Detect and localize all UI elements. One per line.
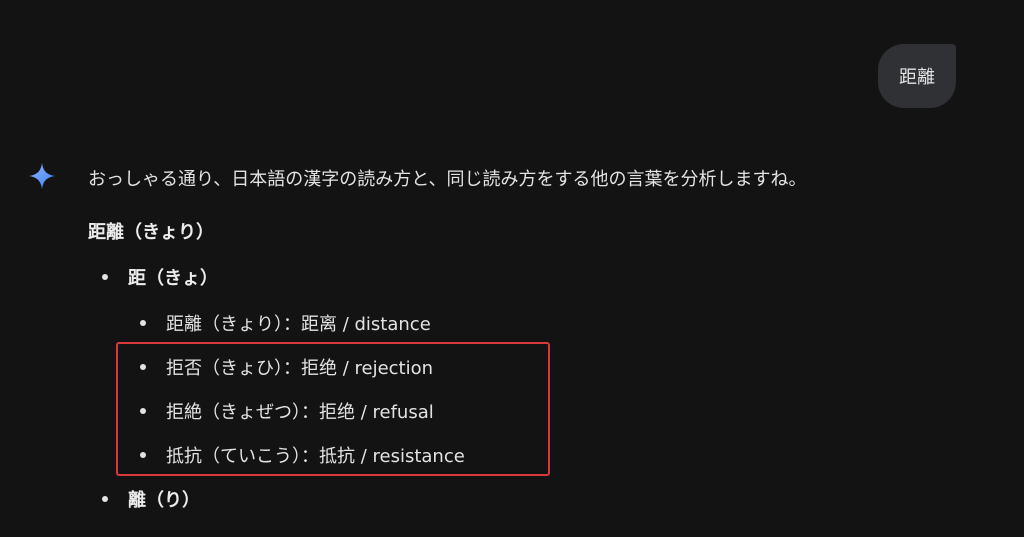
section-title: 距離（きょり） <box>88 222 214 243</box>
list-item-heading: 離（り） <box>102 486 200 512</box>
bullet-icon <box>102 496 108 502</box>
list-heading-text: 離（り） <box>128 490 200 511</box>
gemini-sparkle-icon <box>29 163 55 189</box>
list-item-text: 距離（きょり）：距离 / distance <box>166 314 431 335</box>
list-item-heading: 距（きょ） <box>102 264 218 290</box>
bullet-icon <box>140 320 146 326</box>
list-heading-text: 距（きょ） <box>128 268 218 289</box>
highlight-annotation-box <box>116 342 550 476</box>
user-message-bubble: 距離 <box>878 44 956 108</box>
response-intro: おっしゃる通り、日本語の漢字の読み方と、同じ読み方をする他の言葉を分析しますね。 <box>88 169 807 190</box>
list-item: 距離（きょり）：距离 / distance <box>140 310 431 336</box>
assistant-response: おっしゃる通り、日本語の漢字の読み方と、同じ読み方をする他の言葉を分析しますね。… <box>88 166 988 511</box>
bullet-icon <box>102 274 108 280</box>
chat-conversation: 距離 おっしゃる通り、日本語の漢字の読み方と、同じ読み方をする他の言葉を分析しま… <box>0 0 1024 537</box>
user-message-text: 距離 <box>899 67 935 88</box>
